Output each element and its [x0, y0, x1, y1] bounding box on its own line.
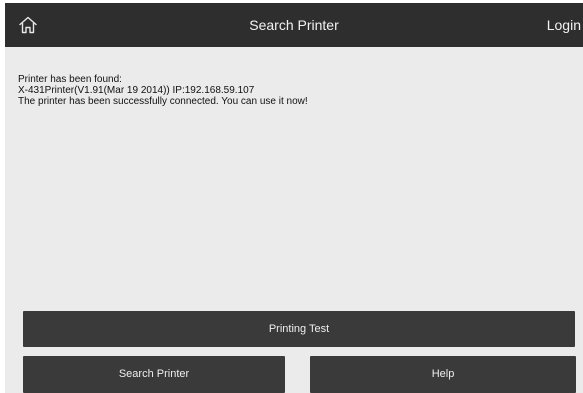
main-content: Printer has been found: X-431Printer(V1.…: [5, 47, 583, 393]
home-icon: [19, 16, 37, 34]
page-title: Search Printer: [249, 17, 339, 33]
status-messages: Printer has been found: X-431Printer(V1.…: [18, 74, 308, 107]
app-window: Search Printer Login Printer has been fo…: [0, 0, 583, 393]
home-button[interactable]: [5, 3, 51, 47]
top-bar: Search Printer Login: [5, 3, 583, 47]
printer-info-text: X-431Printer(V1.91(Mar 19 2014)) IP:192.…: [18, 85, 255, 96]
login-button[interactable]: Login: [547, 3, 583, 47]
printing-test-button[interactable]: Printing Test: [23, 311, 575, 347]
connection-status-text: The printer has been successfully connec…: [18, 96, 308, 107]
search-printer-button[interactable]: Search Printer: [23, 356, 285, 393]
help-button[interactable]: Help: [310, 356, 576, 393]
printer-found-text: Printer has been found:: [18, 74, 122, 85]
